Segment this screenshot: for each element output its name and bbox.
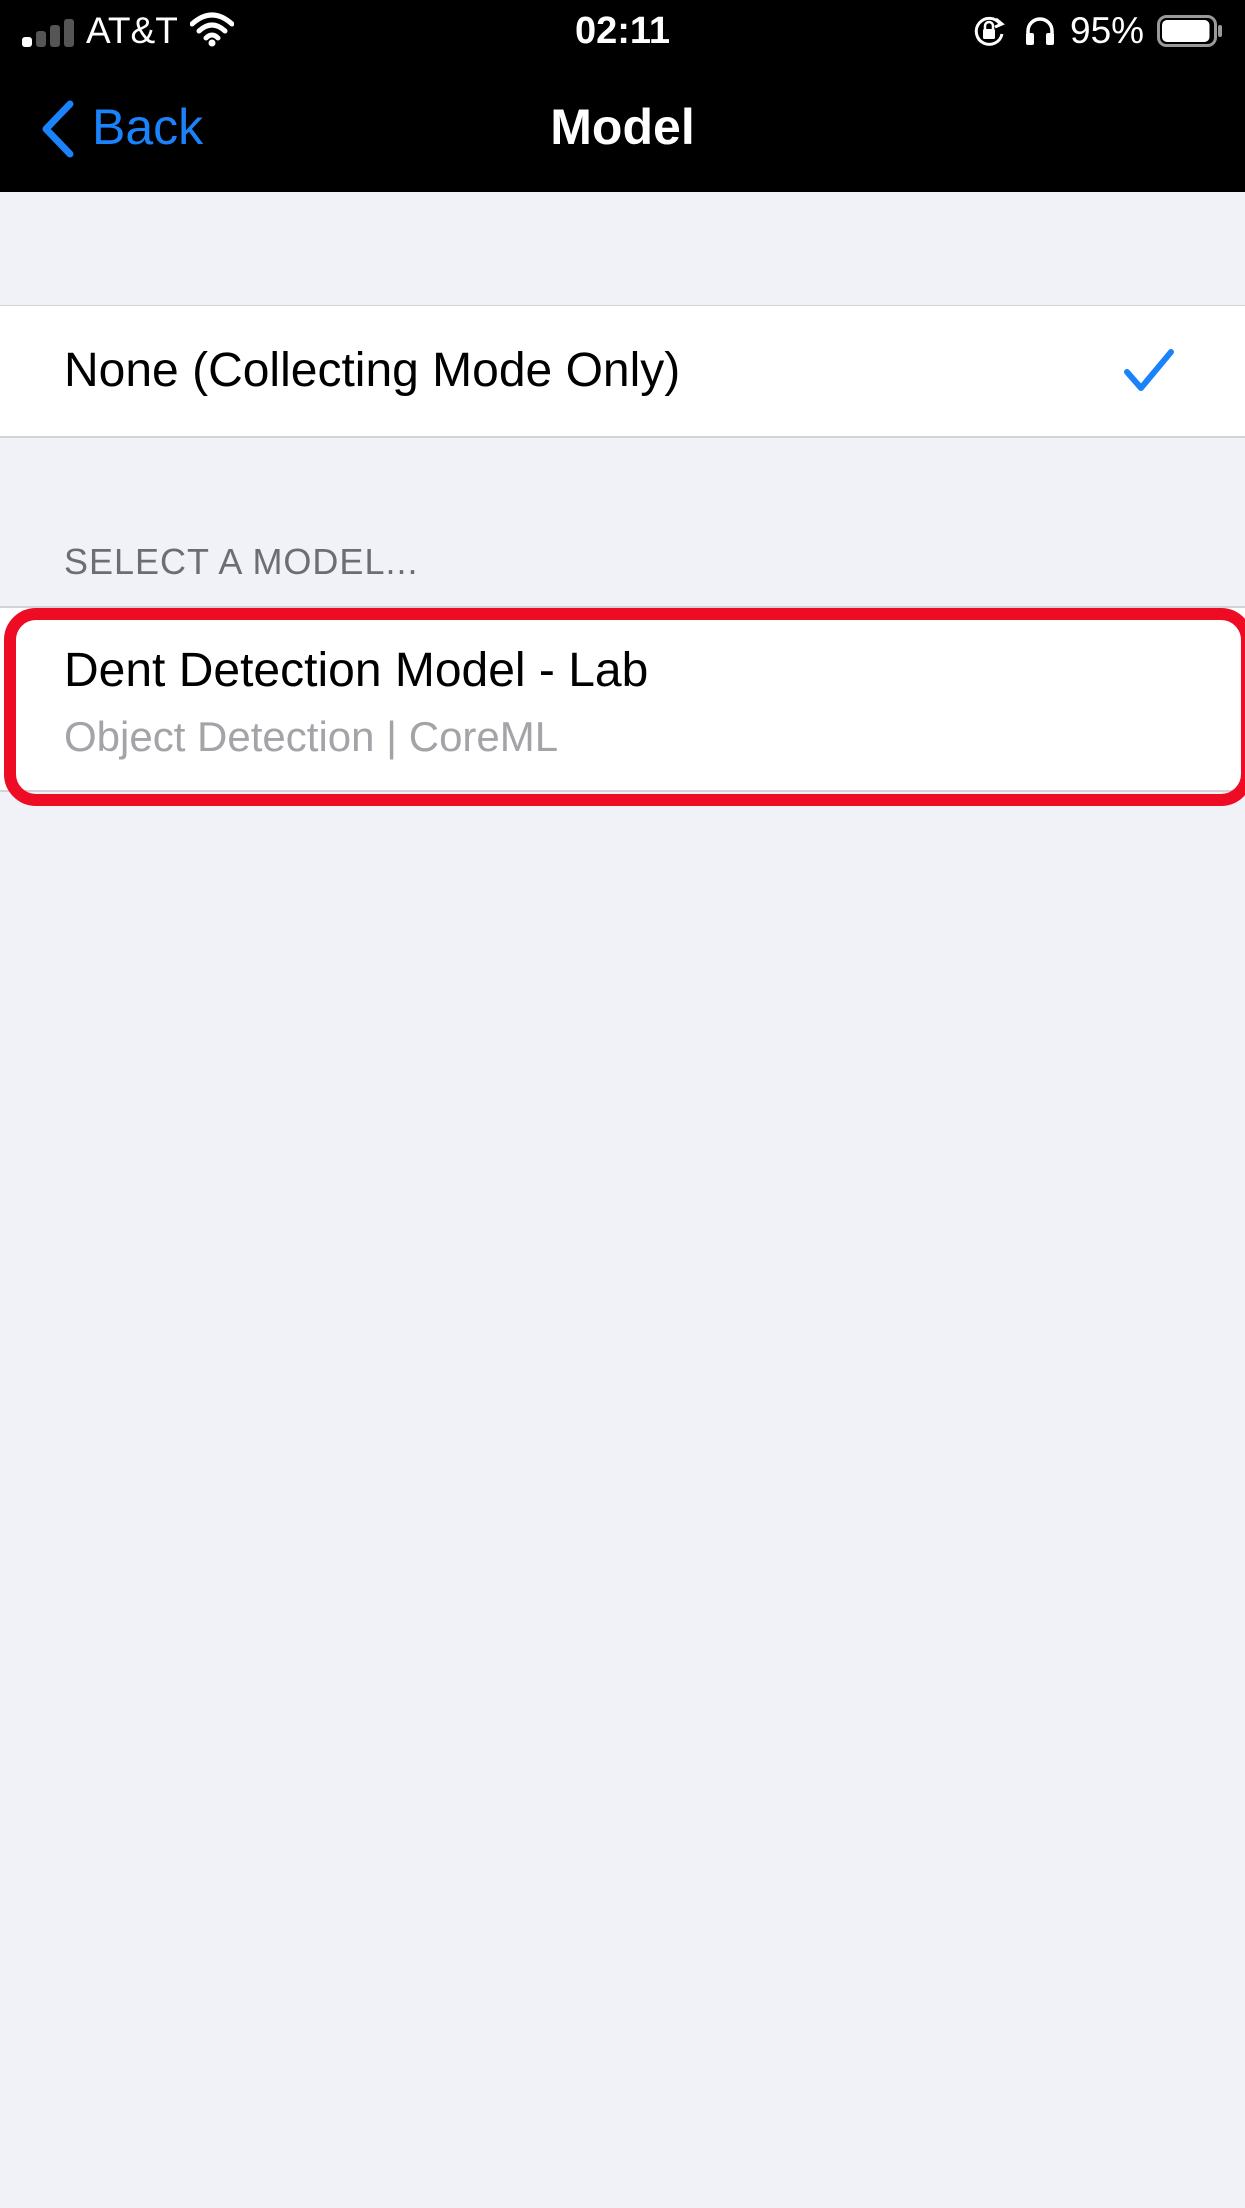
status-time: 02:11 <box>574 10 671 52</box>
model-list-item[interactable]: Dent Detection Model - Lab Object Detect… <box>0 608 1245 790</box>
rotation-lock-icon <box>974 16 1005 46</box>
divider <box>0 790 1245 792</box>
checkmark-icon <box>1124 349 1174 391</box>
section-header: SELECT A MODEL... <box>64 541 419 582</box>
status-bar: AT&T 02:11 95% <box>0 0 1245 62</box>
battery-percent: 95% <box>1070 10 1145 51</box>
top-bar: AT&T 02:11 95% Back Model <box>0 0 1245 192</box>
option-none-label: None (Collecting Mode Only) <box>64 344 681 397</box>
divider <box>0 436 1245 438</box>
option-none[interactable]: None (Collecting Mode Only) <box>0 306 1245 436</box>
model-selection-screen: AT&T 02:11 95% Back Model None (Collecti… <box>0 0 1245 2208</box>
battery-icon <box>1157 15 1222 47</box>
headphones-icon <box>1026 17 1054 45</box>
page-title: Model <box>550 99 695 155</box>
model-title: Dent Detection Model - Lab <box>64 644 649 697</box>
navigation-bar: Back Model <box>0 62 1245 192</box>
model-subtitle: Object Detection | CoreML <box>64 713 559 760</box>
